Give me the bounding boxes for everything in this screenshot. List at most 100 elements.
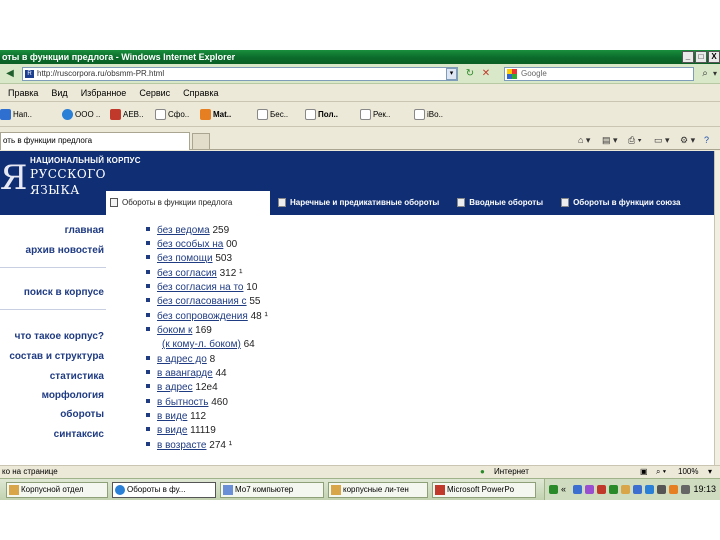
- tab-adverbial-phrases[interactable]: Наречные и предикативные обороты: [274, 191, 439, 215]
- sidebar-item-home[interactable]: главная: [65, 225, 104, 236]
- tray-icon[interactable]: [633, 485, 642, 494]
- taskbar-item[interactable]: Microsoft PowerPo: [432, 482, 536, 498]
- zoom-icon[interactable]: ⌕ ▾: [656, 466, 666, 477]
- sidebar-item-morphology[interactable]: морфология: [42, 390, 104, 401]
- refresh-icon[interactable]: ↻: [463, 67, 477, 81]
- volume-icon[interactable]: [681, 485, 690, 494]
- tray-icon[interactable]: [621, 485, 630, 494]
- help-icon[interactable]: ?: [704, 134, 709, 146]
- tray-icon[interactable]: [657, 485, 666, 494]
- logo-line-2: ЯЗЫКА: [30, 183, 80, 197]
- tray-icon[interactable]: [609, 485, 618, 494]
- tools-menu-icon[interactable]: ⚙ ▾: [680, 134, 695, 146]
- side-navigation: главная архив новостей поиск в корпусе ч…: [0, 215, 106, 465]
- phrase-link[interactable]: в возрасте: [157, 440, 206, 451]
- link-item[interactable]: Mat..: [200, 108, 231, 121]
- tab-prepositional-phrases[interactable]: Обороты в функции предлога: [106, 191, 270, 215]
- link-item[interactable]: Бес..: [257, 108, 288, 121]
- taskbar-item[interactable]: Мо7 компьютер: [220, 482, 324, 498]
- taskbar-item-active[interactable]: Обороты в фу...: [112, 482, 216, 498]
- tab-conjunctional-phrases[interactable]: Обороты в функции союза: [557, 191, 680, 215]
- tab-current[interactable]: оть в функции предлога: [0, 132, 190, 150]
- close-button[interactable]: X: [708, 51, 720, 63]
- phrase-link[interactable]: в адрес до: [157, 354, 207, 365]
- sidebar-item-news-archive[interactable]: архив новостей: [26, 245, 104, 256]
- tab-parenthetical-phrases[interactable]: Вводные обороты: [453, 191, 543, 215]
- phrase-link[interactable]: без согласования с: [157, 296, 247, 307]
- phrase-link[interactable]: без ведома: [157, 225, 210, 236]
- tray-icon[interactable]: [585, 485, 594, 494]
- new-tab-button[interactable]: [192, 133, 210, 149]
- phrase-link[interactable]: в бытность: [157, 397, 208, 408]
- bullet: [146, 384, 150, 388]
- phrase-link[interactable]: без помощи: [157, 253, 213, 264]
- tray-icon[interactable]: [549, 485, 558, 494]
- tray-expand-icon[interactable]: «: [561, 485, 570, 494]
- ie-icon: [115, 485, 125, 495]
- menu-edit[interactable]: Правка: [8, 88, 38, 98]
- phrase-link[interactable]: (к кому-л. боком): [162, 339, 241, 350]
- sidebar-item-phrases[interactable]: обороты: [60, 409, 104, 420]
- link-item[interactable]: Рек..: [360, 108, 390, 121]
- link-item[interactable]: ООО ..: [62, 108, 100, 121]
- link-item[interactable]: iBo..: [414, 108, 443, 121]
- phrase-link[interactable]: без сопровождения: [157, 311, 248, 322]
- sidebar-item-syntax[interactable]: синтаксис: [54, 429, 104, 440]
- tray-icon[interactable]: [573, 485, 582, 494]
- phrase-link[interactable]: в авангарде: [157, 368, 213, 379]
- feeds-icon[interactable]: ▤ ▾: [602, 134, 618, 146]
- menu-view[interactable]: Вид: [51, 88, 67, 98]
- phrase-link[interactable]: без особых на: [157, 239, 223, 250]
- maximize-button[interactable]: □: [695, 51, 707, 63]
- menu-help[interactable]: Справка: [183, 88, 218, 98]
- address-dropdown-button[interactable]: ▾: [446, 68, 457, 80]
- stop-icon[interactable]: ✕: [479, 67, 493, 81]
- taskbar-item[interactable]: корпусные ли-тен: [328, 482, 428, 498]
- window-title: оты в функции предлога - Windows Interne…: [2, 52, 236, 62]
- minimize-button[interactable]: _: [682, 51, 694, 63]
- zoom-dropdown-icon[interactable]: ▾: [708, 466, 712, 477]
- back-arrow-icon[interactable]: ◀: [3, 67, 17, 81]
- search-placeholder: Google: [521, 69, 547, 78]
- tray-icon[interactable]: [669, 485, 678, 494]
- phrase-link[interactable]: без согласия на то: [157, 282, 244, 293]
- tab-bar: оть в функции предлога ⌂ ▾ ▤ ▾ ⎙ ▾ ▭ ▾ ⚙…: [0, 128, 720, 150]
- list-item: в бытность 460: [146, 397, 228, 408]
- taskbar-item[interactable]: Корпусной отдел: [6, 482, 108, 498]
- list-item: в виде 112: [146, 411, 206, 422]
- bullet: [146, 255, 150, 259]
- search-input[interactable]: Google: [504, 67, 694, 81]
- link-item[interactable]: Сфо..: [155, 108, 189, 121]
- print-icon[interactable]: ⎙ ▾: [628, 134, 641, 146]
- list-item: без сопровождения 48 ¹: [146, 311, 268, 322]
- link-item[interactable]: Пол..: [305, 108, 338, 121]
- phrase-link[interactable]: без согласия: [157, 268, 217, 279]
- bullet: [146, 298, 150, 302]
- bullet: [146, 313, 150, 317]
- menu-favorites[interactable]: Избранное: [81, 88, 127, 98]
- tray-icon[interactable]: [645, 485, 654, 494]
- sidebar-item-composition[interactable]: состав и структура: [9, 351, 104, 362]
- tray-icon[interactable]: [597, 485, 606, 494]
- phrase-link[interactable]: в виде: [157, 425, 187, 436]
- phrase-link[interactable]: боком к: [157, 325, 192, 336]
- list-item: в авангарде 44: [146, 368, 227, 379]
- phrase-count: 11119: [190, 425, 216, 436]
- sidebar-item-statistics[interactable]: статистика: [50, 371, 104, 382]
- slide-canvas: оты в функции предлога - Windows Interne…: [0, 0, 720, 540]
- phrase-link[interactable]: в виде: [157, 411, 187, 422]
- sidebar-item-corpus-search[interactable]: поиск в корпусе: [24, 287, 104, 298]
- document-icon: [278, 198, 286, 207]
- list-item: без согласования с 55: [146, 296, 260, 307]
- menu-tools[interactable]: Сервис: [139, 88, 170, 98]
- search-options-icon[interactable]: ▾: [708, 67, 720, 81]
- address-input[interactable]: R http://ruscorpora.ru/obsmm-PR.html: [22, 67, 458, 81]
- home-icon[interactable]: ⌂ ▾: [578, 134, 590, 146]
- vertical-scrollbar[interactable]: [714, 151, 720, 465]
- sidebar-item-what-is-corpus[interactable]: что такое корпус?: [15, 331, 104, 342]
- link-item[interactable]: AEB..: [110, 108, 143, 121]
- phrase-link[interactable]: в адрес: [157, 382, 193, 393]
- link-item[interactable]: Нап..: [0, 108, 32, 121]
- zoom-level[interactable]: 100%: [678, 466, 698, 477]
- page-menu-icon[interactable]: ▭ ▾: [654, 134, 670, 146]
